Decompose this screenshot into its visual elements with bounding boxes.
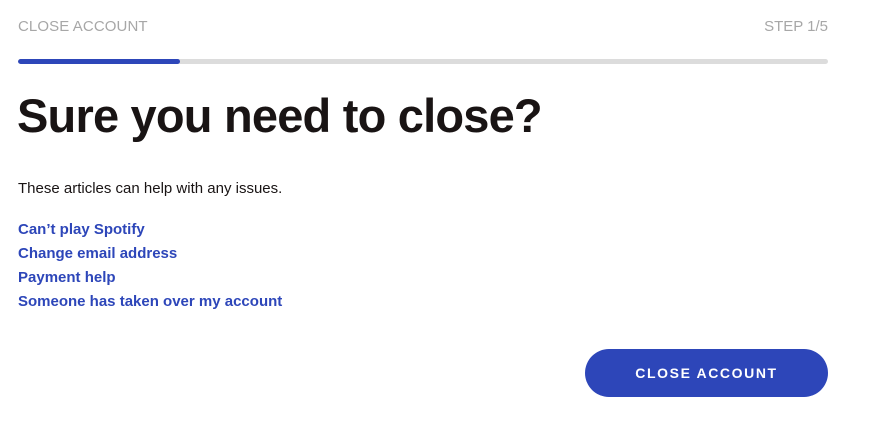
article-link-account-taken-over[interactable]: Someone has taken over my account (18, 293, 282, 310)
article-link-change-email-address[interactable]: Change email address (18, 245, 177, 262)
step-indicator: STEP 1/5 (764, 18, 828, 35)
progress-bar (18, 59, 828, 64)
list-item: Change email address (18, 244, 282, 268)
list-item: Someone has taken over my account (18, 292, 282, 316)
progress-bar-fill (18, 59, 180, 64)
page-title: Sure you need to close? (17, 89, 543, 142)
close-account-button[interactable]: CLOSE ACCOUNT (585, 349, 828, 397)
article-link-cant-play-spotify[interactable]: Can’t play Spotify (18, 221, 145, 238)
wizard-header: CLOSE ACCOUNT STEP 1/5 (18, 18, 828, 38)
flow-title: CLOSE ACCOUNT (18, 18, 148, 35)
article-link-payment-help[interactable]: Payment help (18, 269, 116, 286)
list-item: Payment help (18, 268, 282, 292)
list-item: Can’t play Spotify (18, 220, 282, 244)
help-articles-list: Can’t play Spotify Change email address … (18, 220, 282, 316)
intro-text: These articles can help with any issues. (18, 180, 283, 197)
